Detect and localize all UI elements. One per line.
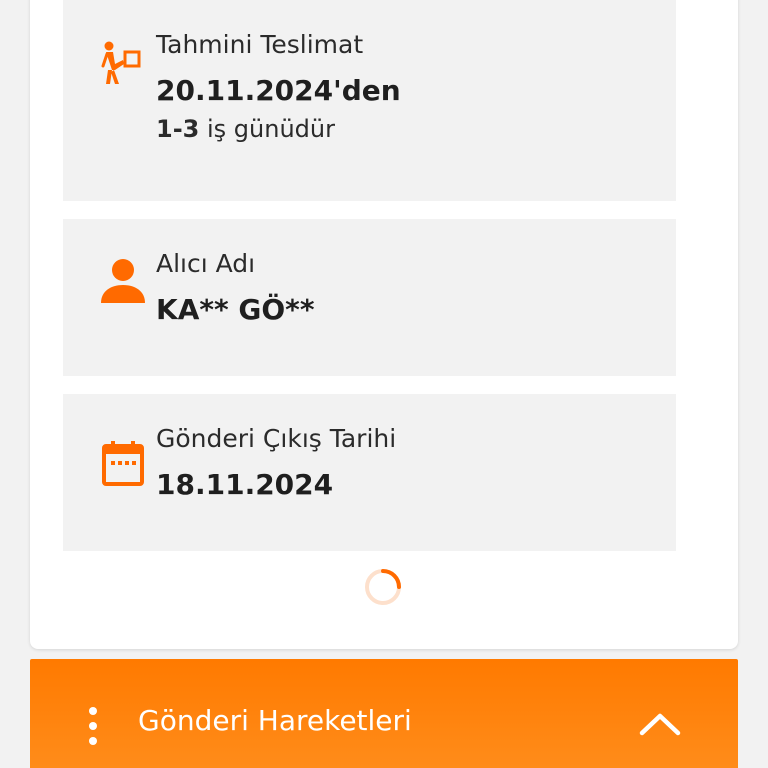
- shipment-movements-bar[interactable]: Gönderi Hareketleri: [30, 659, 738, 768]
- delivery-label: Tahmini Teslimat: [156, 30, 364, 59]
- shipment-movements-title[interactable]: Gönderi Hareketleri: [138, 704, 412, 737]
- more-vertical-icon[interactable]: [85, 704, 101, 752]
- delivery-person-icon: [101, 40, 141, 92]
- recipient-label: Alıcı Adı: [156, 249, 256, 278]
- shipment-info-card: Tahmini Teslimat 20.11.2024'den 1-3 iş g…: [30, 0, 738, 649]
- shipment-date-box: Gönderi Çıkış Tarihi 18.11.2024: [63, 394, 676, 551]
- delivery-days-range: 1-3: [156, 115, 200, 143]
- delivery-days: 1-3 iş günüdür: [156, 115, 335, 143]
- person-icon: [101, 257, 145, 309]
- calendar-icon: [102, 441, 144, 491]
- recipient-box: Alıcı Adı KA** GÖ**: [63, 219, 676, 376]
- estimated-delivery-box: Tahmini Teslimat 20.11.2024'den 1-3 iş g…: [63, 0, 676, 201]
- recipient-name: KA** GÖ**: [156, 293, 315, 326]
- shipment-date-label: Gönderi Çıkış Tarihi: [156, 424, 397, 453]
- chevron-up-icon[interactable]: [636, 709, 684, 739]
- delivery-days-suffix: iş günüdür: [207, 115, 335, 143]
- loading-spinner: [365, 569, 401, 605]
- shipment-date-value: 18.11.2024: [156, 468, 334, 501]
- delivery-date: 20.11.2024'den: [156, 74, 401, 107]
